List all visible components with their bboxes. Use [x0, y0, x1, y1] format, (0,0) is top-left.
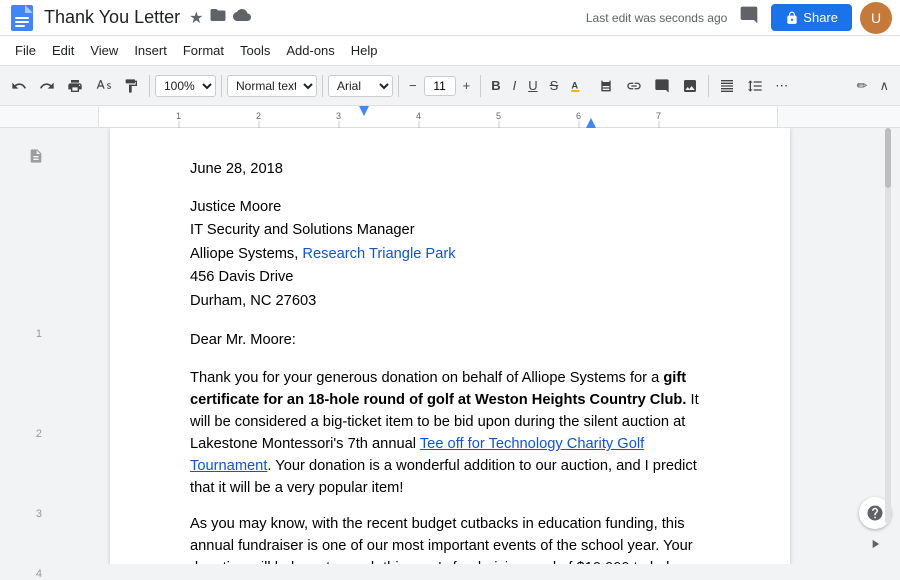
- scroll-thumb[interactable]: [885, 128, 891, 188]
- italic-button[interactable]: I: [508, 74, 522, 97]
- menu-view[interactable]: View: [83, 40, 125, 61]
- last-edit-text: Last edit was seconds ago: [586, 11, 727, 25]
- main-area: 1 2 3 4 June 28, 2018 Justice Moore IT S…: [0, 128, 900, 564]
- svg-text:3: 3: [336, 111, 341, 121]
- insert-image-button[interactable]: [677, 74, 703, 98]
- zoom-select[interactable]: 100%75%50%: [155, 75, 216, 97]
- menu-help[interactable]: Help: [344, 40, 385, 61]
- spell-check-button[interactable]: [90, 74, 116, 98]
- strikethrough-button[interactable]: S: [545, 74, 564, 97]
- more-button[interactable]: ⋯: [770, 74, 793, 98]
- svg-text:4: 4: [416, 111, 421, 121]
- undo-button[interactable]: [6, 74, 32, 98]
- address-company: Alliope Systems, Research Triangle Park: [190, 243, 710, 266]
- avatar[interactable]: U: [860, 2, 892, 34]
- address-city: Durham, NC 27603: [190, 290, 710, 313]
- address-location-link: Research Triangle Park: [302, 246, 455, 262]
- share-label: Share: [803, 10, 838, 25]
- address-company-text: Alliope Systems,: [190, 246, 302, 262]
- line-spacing-button[interactable]: [742, 74, 768, 98]
- redo-button[interactable]: [34, 74, 60, 98]
- separator-3: [322, 75, 323, 97]
- scrollbar[interactable]: [884, 128, 892, 524]
- underline-button[interactable]: U: [523, 74, 542, 97]
- share-button[interactable]: Share: [771, 4, 852, 31]
- doc-scroll: June 28, 2018 Justice Moore IT Security …: [50, 128, 850, 564]
- separator-2: [221, 75, 222, 97]
- font-size-input[interactable]: [424, 76, 456, 96]
- print-button[interactable]: [62, 74, 88, 98]
- para2-text: As you may know, with the recent budget …: [190, 516, 710, 564]
- page: June 28, 2018 Justice Moore IT Security …: [110, 128, 790, 564]
- menu-bar: File Edit View Insert Format Tools Add-o…: [0, 36, 900, 66]
- edit-button[interactable]: ✏: [852, 74, 873, 98]
- letter-salutation: Dear Mr. Moore:: [190, 329, 710, 351]
- title-bar: Thank You Letter ★ Last edit was seconds…: [0, 0, 900, 36]
- letter-address: Justice Moore IT Security and Solutions …: [190, 196, 710, 313]
- svg-text:2: 2: [256, 111, 261, 121]
- salutation-text: Dear Mr. Moore:: [190, 332, 296, 348]
- address-title: IT Security and Solutions Manager: [190, 219, 710, 242]
- separator-1: [149, 75, 150, 97]
- letter-para-2: As you may know, with the recent budget …: [190, 513, 710, 564]
- menu-insert[interactable]: Insert: [127, 40, 174, 61]
- address-name: Justice Moore: [190, 196, 710, 219]
- ruler: 1 2 3 4 5 6 7: [0, 106, 900, 128]
- align-button[interactable]: [714, 74, 740, 98]
- svg-text:A: A: [572, 80, 579, 90]
- svg-text:6: 6: [576, 111, 581, 121]
- page-marker-3: 3: [36, 508, 42, 520]
- separator-4: [398, 75, 399, 97]
- font-size-minus-button[interactable]: −: [404, 74, 422, 97]
- menu-addons[interactable]: Add-ons: [279, 40, 341, 61]
- title-bar-right: Last edit was seconds ago Share U: [586, 1, 892, 34]
- font-select[interactable]: ArialTimes New Roman: [328, 75, 393, 97]
- cloud-icon[interactable]: [233, 6, 251, 29]
- separator-6: [708, 75, 709, 97]
- page-marker-2: 2: [36, 428, 42, 440]
- style-select[interactable]: Normal textHeading 1: [227, 75, 317, 97]
- right-sidebar: [850, 128, 900, 564]
- menu-tools[interactable]: Tools: [233, 40, 277, 61]
- svg-text:7: 7: [656, 111, 661, 121]
- doc-title[interactable]: Thank You Letter: [44, 7, 180, 28]
- para1-end: . Your donation is a wonderful addition …: [190, 458, 697, 496]
- page-marker-1: 1: [36, 328, 42, 340]
- svg-text:1: 1: [176, 111, 181, 121]
- menu-file[interactable]: File: [8, 40, 43, 61]
- folder-icon[interactable]: [209, 6, 227, 29]
- date-text: June 28, 2018: [190, 161, 283, 177]
- para1-pre: Thank you for your generous donation on …: [190, 370, 663, 386]
- text-color-button[interactable]: A: [565, 74, 591, 98]
- font-size-plus-button[interactable]: +: [458, 74, 476, 97]
- doc-icon: [8, 4, 36, 32]
- insert-comment-button[interactable]: [649, 74, 675, 98]
- svg-text:5: 5: [496, 111, 501, 121]
- address-street: 456 Davis Drive: [190, 266, 710, 289]
- collapse-button[interactable]: ∧: [874, 74, 894, 98]
- note-icon: [28, 148, 44, 167]
- letter-date: June 28, 2018: [190, 158, 710, 180]
- link-button[interactable]: [621, 74, 647, 98]
- comment-button[interactable]: [735, 1, 763, 34]
- toolbar: 100%75%50% Normal textHeading 1 ArialTim…: [0, 66, 900, 106]
- separator-5: [480, 75, 481, 97]
- left-margin: 1 2 3 4: [0, 128, 50, 564]
- page-marker-4: 4: [36, 568, 42, 580]
- ruler-doc-area: 1 2 3 4 5 6 7: [98, 106, 778, 127]
- paint-format-button[interactable]: [118, 74, 144, 98]
- star-icon[interactable]: ★: [189, 8, 203, 28]
- menu-edit[interactable]: Edit: [45, 40, 81, 61]
- highlight-button[interactable]: [593, 74, 619, 98]
- bold-button[interactable]: B: [486, 74, 505, 97]
- letter-para-1: Thank you for your generous donation on …: [190, 367, 710, 499]
- scroll-track: [885, 128, 891, 524]
- menu-format[interactable]: Format: [176, 40, 231, 61]
- sidebar-collapse-button[interactable]: [868, 537, 882, 554]
